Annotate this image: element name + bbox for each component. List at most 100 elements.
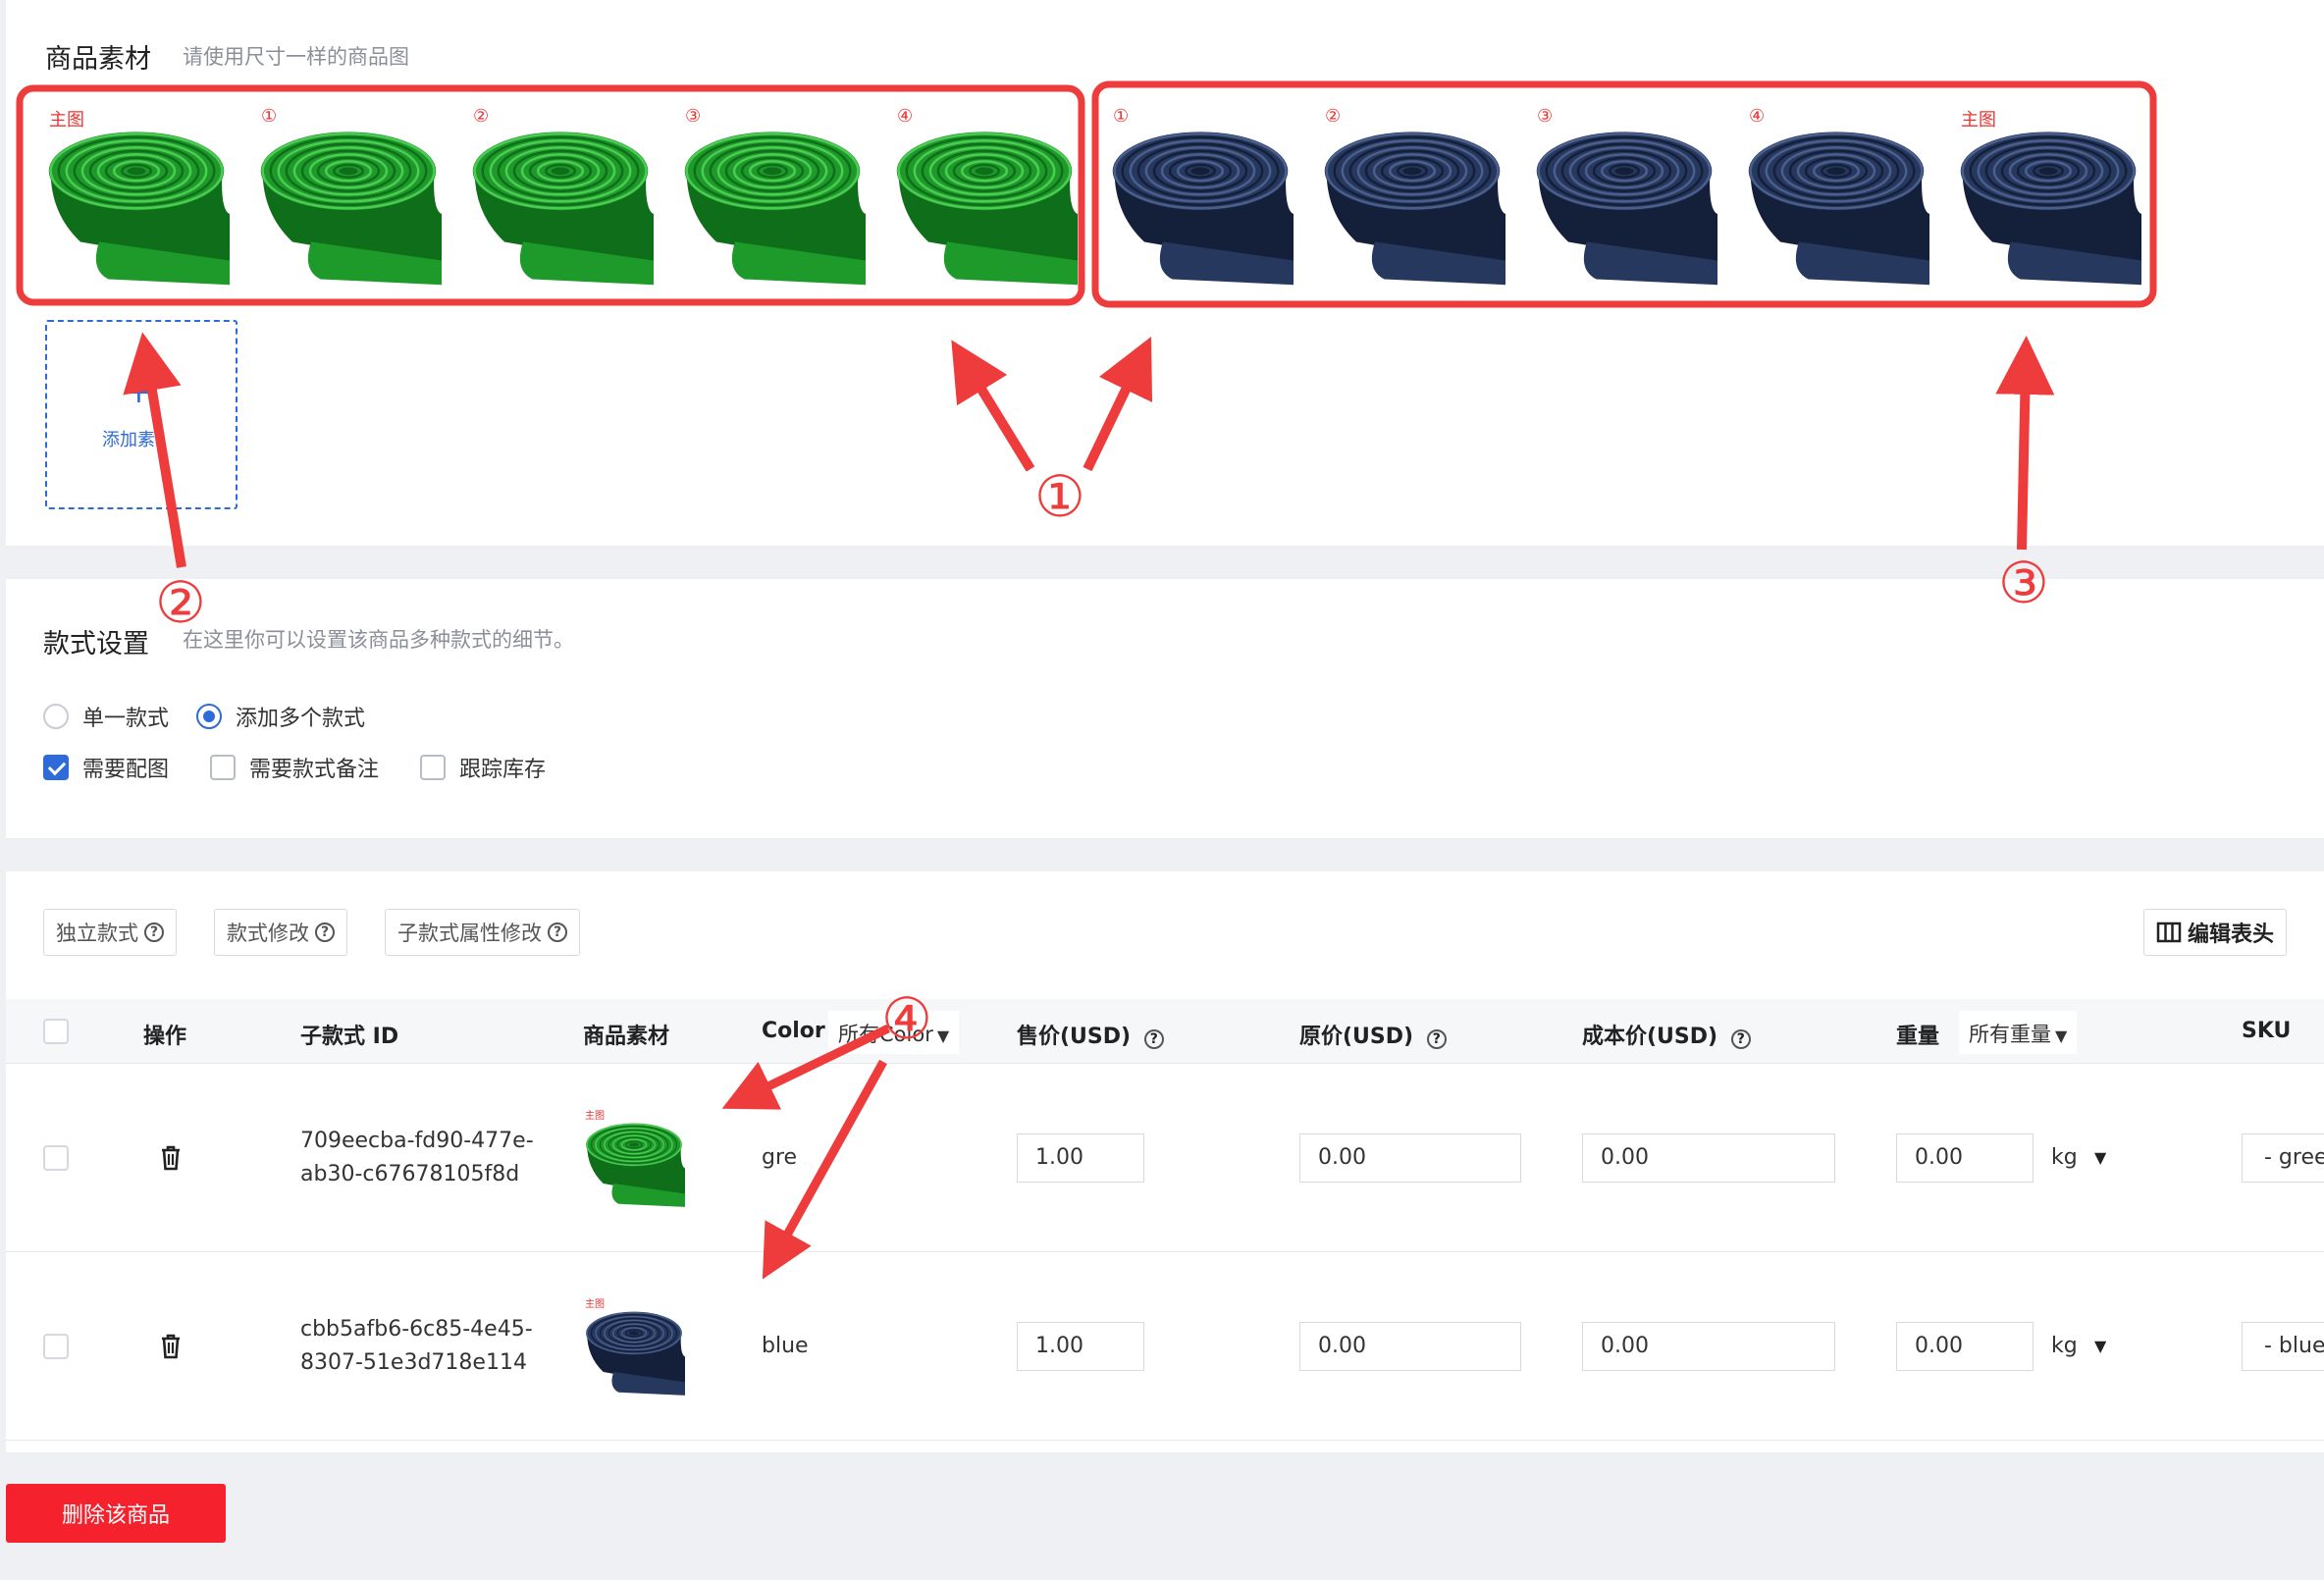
sub-style-id-line: 8307-51e3d718e114 [300, 1350, 527, 1375]
annotation-3: ③ [1998, 550, 2049, 616]
add-material-label: 添加素 [102, 430, 155, 450]
radio-multi-style[interactable]: 添加多个款式 [196, 701, 365, 732]
material-thumbnail[interactable]: ④ [1743, 102, 1929, 289]
material-thumbnail[interactable]: ② [467, 102, 654, 289]
style-settings-hint: 在这里你可以设置该商品多种款式的细节。 [183, 628, 574, 652]
sub-style-id: 709eecba-fd90-477e- ab30-c67678105f8d [300, 1125, 546, 1191]
checkbox-need-image-label: 需要配图 [82, 758, 170, 782]
thumbnail-label: ② [473, 106, 490, 127]
help-icon[interactable]: ? [1730, 1029, 1751, 1049]
annotation-4: ④ [881, 985, 932, 1052]
weight-unit-select[interactable]: kg [2051, 1145, 2078, 1170]
sku-input[interactable]: - blue [2242, 1322, 2324, 1371]
radio-circle-selected [196, 704, 222, 729]
header-action: 操作 [143, 1025, 187, 1049]
table-row: cbb5afb6-6c85-4e45- 8307-51e3d718e114 主图… [6, 1253, 2324, 1441]
color-value: gre [762, 1145, 798, 1170]
header-sku: SKU [2242, 1019, 2292, 1043]
orig-price-input[interactable]: 0.00 [1299, 1322, 1521, 1371]
thumbnail-label: ② [1325, 106, 1342, 127]
product-roll-image [1743, 102, 1929, 289]
caret-down-icon: ▼ [2055, 1027, 2068, 1045]
weight-filter-label: 所有重量 [1969, 1023, 2051, 1046]
material-thumbnail[interactable]: 主图 [43, 102, 230, 289]
checkbox-box [210, 755, 236, 780]
weight-unit-select[interactable]: kg [2051, 1334, 2078, 1358]
material-thumbnail[interactable]: ② [1319, 102, 1505, 289]
header-sub-id: 子款式 ID [300, 1025, 399, 1049]
caret-down-icon: ▼ [936, 1027, 950, 1045]
checkbox-checked [43, 755, 69, 780]
product-roll-image [583, 1107, 685, 1209]
row-thumbnail-label: 主图 [585, 1111, 605, 1122]
radio-multi-label: 添加多个款式 [236, 707, 366, 731]
material-thumbnail[interactable]: ④ [891, 102, 1078, 289]
style-modify-button[interactable]: 款式修改 ? [214, 909, 347, 956]
add-material-button[interactable]: + 添加素 [45, 320, 238, 509]
cost-input[interactable]: 0.00 [1582, 1133, 1835, 1183]
weight-input[interactable]: 0.00 [1896, 1322, 2034, 1371]
trash-icon[interactable] [159, 1333, 183, 1360]
checkbox-track-stock-label: 跟踪库存 [459, 758, 547, 782]
material-thumbnail[interactable]: ③ [1531, 102, 1717, 289]
thumbnail-label: ④ [897, 106, 914, 127]
cost-input[interactable]: 0.00 [1582, 1322, 1835, 1371]
sub-attr-modify-label: 子款式属性修改 [397, 922, 542, 945]
sub-style-id-line: ab30-c67678105f8d [300, 1162, 520, 1186]
style-settings-title: 款式设置 [43, 629, 149, 659]
material-thumbnail[interactable]: 主图 [1955, 102, 2141, 289]
help-icon: ? [315, 922, 335, 942]
thumbnail-label: ③ [1537, 106, 1554, 127]
header-orig-price-label: 原价(USD) [1299, 1025, 1414, 1049]
style-modify-label: 款式修改 [227, 922, 309, 945]
row-checkbox[interactable] [43, 1334, 69, 1359]
sku-input[interactable]: - gree [2242, 1133, 2324, 1183]
price-input[interactable]: 1.00 [1017, 1322, 1144, 1371]
sub-style-id-line: 709eecba-fd90-477e- [300, 1129, 534, 1153]
row-material-thumbnail[interactable]: 主图 [583, 1295, 685, 1397]
checkbox-need-image[interactable]: 需要配图 [43, 752, 169, 783]
orig-price-input[interactable]: 0.00 [1299, 1133, 1521, 1183]
sub-style-id: cbb5afb6-6c85-4e45- 8307-51e3d718e114 [300, 1313, 546, 1380]
annotation-2: ② [155, 569, 206, 636]
checkbox-track-stock[interactable]: 跟踪库存 [420, 752, 546, 783]
edit-header-button[interactable]: 编辑表头 [2142, 909, 2287, 956]
help-icon[interactable]: ? [1143, 1029, 1164, 1049]
table-header: 操作 子款式 ID 商品素材 Color 所有Color ▼ 售价(USD) ? … [6, 999, 2324, 1064]
header-cost: 成本价(USD) ? [1582, 1019, 1751, 1050]
header-price-label: 售价(USD) [1017, 1025, 1132, 1049]
material-thumbnail[interactable]: ① [255, 102, 442, 289]
thumbnail-label: ③ [685, 106, 702, 127]
trash-icon[interactable] [159, 1144, 183, 1172]
caret-down-icon[interactable]: ▼ [2094, 1337, 2106, 1355]
product-roll-image [1107, 102, 1294, 289]
weight-filter-dropdown[interactable]: 所有重量 ▼ [1959, 1011, 2078, 1054]
caret-down-icon[interactable]: ▼ [2094, 1148, 2106, 1167]
material-thumbnail[interactable]: ③ [679, 102, 866, 289]
price-input[interactable]: 1.00 [1017, 1133, 1144, 1183]
row-checkbox[interactable] [43, 1145, 69, 1171]
delete-product-button[interactable]: 删除该商品 [6, 1484, 226, 1543]
help-icon[interactable]: ? [1426, 1029, 1447, 1049]
materials-card: 商品素材 请使用尺寸一样的商品图 主图 ① ② ③ ④ ① ② ③ ④ 主图 +… [6, 0, 2324, 546]
select-all-checkbox[interactable] [43, 1019, 69, 1044]
help-icon: ? [548, 922, 567, 942]
thumbnail-label: ① [1113, 106, 1130, 127]
material-thumbnail[interactable]: ① [1107, 102, 1294, 289]
weight-input[interactable]: 0.00 [1896, 1133, 2034, 1183]
checkbox-need-note[interactable]: 需要款式备注 [210, 752, 379, 783]
materials-hint: 请使用尺寸一样的商品图 [183, 45, 409, 69]
row-thumbnail-label: 主图 [585, 1299, 605, 1310]
row-material-thumbnail[interactable]: 主图 [583, 1107, 685, 1209]
product-roll-image [1319, 102, 1505, 289]
thumbnail-label: 主图 [49, 110, 84, 131]
product-roll-image [1531, 102, 1717, 289]
sub-attr-modify-button[interactable]: 子款式属性修改 ? [385, 909, 580, 956]
columns-icon [2156, 922, 2182, 943]
radio-single-style[interactable]: 单一款式 [43, 701, 169, 732]
thumbnail-label: ① [261, 106, 278, 127]
header-color: Color [762, 1019, 825, 1043]
independent-style-button[interactable]: 独立款式 ? [43, 909, 177, 956]
checkbox-box [420, 755, 446, 780]
product-roll-image [891, 102, 1078, 289]
